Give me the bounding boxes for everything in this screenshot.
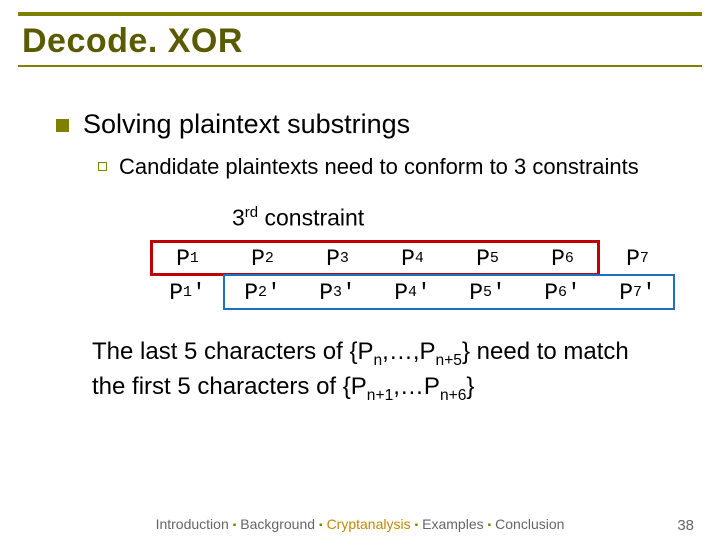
constraint-word: constraint xyxy=(258,205,364,231)
breadcrumb-footer: Introduction▪Background▪Cryptanalysis▪Ex… xyxy=(0,516,720,532)
explain-sub: n+1 xyxy=(367,386,393,403)
bullet-1-text: Solving plaintext substrings xyxy=(83,109,410,140)
constraint-ordinal: 3 xyxy=(232,205,245,231)
bullet-level-2: Candidate plaintexts need to conform to … xyxy=(98,154,684,180)
explain-seg: ,…,P xyxy=(382,338,435,365)
bullet-2-text: Candidate plaintexts need to conform to … xyxy=(119,154,639,180)
p-cell: P6' xyxy=(525,276,600,310)
p-cell: P3 xyxy=(300,242,375,276)
p-cell: P1' xyxy=(150,276,225,310)
p-cell: P1 xyxy=(150,242,225,276)
explain-sub: n+5 xyxy=(436,351,462,368)
title-rule-bottom xyxy=(18,65,702,67)
breadcrumb-separator-icon: ▪ xyxy=(488,520,492,531)
breadcrumb-item: Background xyxy=(240,516,315,532)
p-cell: P4' xyxy=(375,276,450,310)
p-cell: P7 xyxy=(600,242,675,276)
p-cell: P3' xyxy=(300,276,375,310)
breadcrumb-separator-icon: ▪ xyxy=(415,520,419,531)
slide: Decode. XOR Solving plaintext substrings… xyxy=(0,12,720,552)
hollow-square-bullet-icon xyxy=(98,162,107,171)
p-row-1: P1P2P3P4P5P6P7 xyxy=(150,242,680,276)
explain-seg: } xyxy=(466,373,474,400)
p-cell: P6 xyxy=(525,242,600,276)
slide-body: Solving plaintext substrings Candidate p… xyxy=(56,109,684,405)
p-cell: P2' xyxy=(225,276,300,310)
breadcrumb-item: Conclusion xyxy=(495,516,564,532)
p-cell: P5 xyxy=(450,242,525,276)
slide-title: Decode. XOR xyxy=(22,22,720,61)
explain-seg: The last 5 characters of {P xyxy=(92,338,373,365)
breadcrumb-separator-icon: ▪ xyxy=(319,520,323,531)
title-rule-top xyxy=(18,12,702,16)
explanation-text: The last 5 characters of {Pn,…,Pn+5} nee… xyxy=(92,336,648,406)
p-cell: P5' xyxy=(450,276,525,310)
p-table: P1P2P3P4P5P6P7 P1'P2'P3'P4'P5'P6'P7' xyxy=(150,242,680,310)
explain-seg: ,…P xyxy=(393,373,440,400)
breadcrumb-item: Cryptanalysis xyxy=(327,516,411,532)
p-cell: P7' xyxy=(600,276,675,310)
breadcrumb-item: Examples xyxy=(422,516,483,532)
constraint-label: 3rd constraint xyxy=(232,204,684,232)
square-bullet-icon xyxy=(56,119,69,132)
explain-sub: n+6 xyxy=(440,386,466,403)
page-number: 38 xyxy=(677,517,694,534)
p-row-2: P1'P2'P3'P4'P5'P6'P7' xyxy=(150,276,680,310)
explain-sub: n xyxy=(373,351,382,368)
breadcrumb-separator-icon: ▪ xyxy=(233,520,237,531)
constraint-ordinal-suffix: rd xyxy=(245,204,258,221)
breadcrumb-item: Introduction xyxy=(156,516,229,532)
p-cell: P2 xyxy=(225,242,300,276)
p-cell: P4 xyxy=(375,242,450,276)
bullet-level-1: Solving plaintext substrings xyxy=(56,109,684,140)
